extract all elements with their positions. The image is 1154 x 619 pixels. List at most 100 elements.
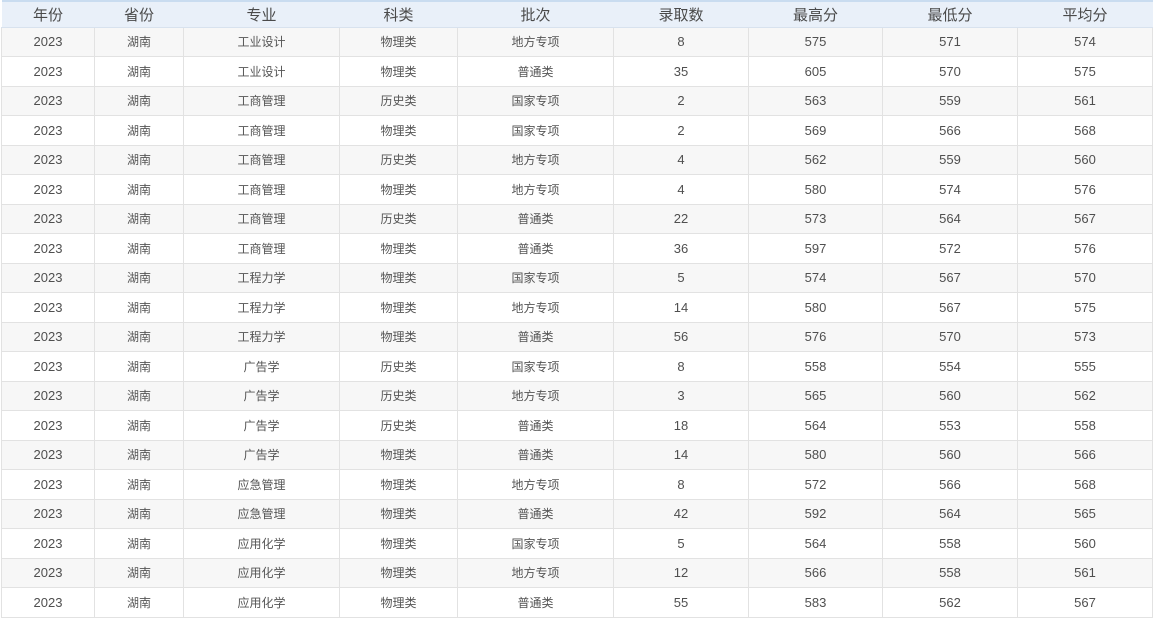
cell-batch: 普通类 bbox=[457, 439, 614, 470]
cell-year: 2023 bbox=[1, 174, 95, 205]
cell-max-score: 575 bbox=[748, 26, 883, 57]
cell-year: 2023 bbox=[1, 115, 95, 146]
table-row: 2023 湖南 工商管理 物理类 普通类 36 597 572 576 bbox=[1, 233, 1153, 264]
cell-max-score: 563 bbox=[748, 85, 883, 116]
cell-major: 应用化学 bbox=[183, 587, 340, 618]
cell-major: 工商管理 bbox=[183, 115, 340, 146]
cell-year: 2023 bbox=[1, 351, 95, 382]
cell-province: 湖南 bbox=[94, 410, 184, 441]
cell-year: 2023 bbox=[1, 528, 95, 559]
cell-batch: 地方专项 bbox=[457, 292, 614, 323]
cell-major: 广告学 bbox=[183, 439, 340, 470]
cell-max-score: 576 bbox=[748, 321, 883, 352]
cell-batch: 普通类 bbox=[457, 410, 614, 441]
table-row: 2023 湖南 应用化学 物理类 普通类 55 583 562 567 bbox=[1, 587, 1153, 618]
cell-min-score: 562 bbox=[882, 587, 1018, 618]
cell-avg-score: 574 bbox=[1017, 26, 1153, 57]
cell-max-score: 592 bbox=[748, 498, 883, 529]
column-header-min-score: 最低分 bbox=[882, 0, 1018, 28]
cell-subject-type: 物理类 bbox=[339, 498, 458, 529]
cell-max-score: 565 bbox=[748, 380, 883, 411]
cell-admitted-count: 4 bbox=[613, 144, 749, 175]
cell-subject-type: 物理类 bbox=[339, 56, 458, 87]
cell-major: 工商管理 bbox=[183, 85, 340, 116]
cell-province: 湖南 bbox=[94, 498, 184, 529]
cell-province: 湖南 bbox=[94, 56, 184, 87]
cell-year: 2023 bbox=[1, 26, 95, 57]
cell-year: 2023 bbox=[1, 587, 95, 618]
column-header-major: 专业 bbox=[183, 0, 340, 28]
cell-max-score: 572 bbox=[748, 469, 883, 500]
column-header-avg-score: 平均分 bbox=[1017, 0, 1153, 28]
cell-min-score: 571 bbox=[882, 26, 1018, 57]
cell-avg-score: 565 bbox=[1017, 498, 1153, 529]
cell-major: 工商管理 bbox=[183, 233, 340, 264]
column-header-batch: 批次 bbox=[457, 0, 614, 28]
cell-avg-score: 576 bbox=[1017, 233, 1153, 264]
cell-min-score: 558 bbox=[882, 557, 1018, 588]
table-row: 2023 湖南 广告学 历史类 普通类 18 564 553 558 bbox=[1, 410, 1153, 441]
table-row: 2023 湖南 工商管理 历史类 地方专项 4 562 559 560 bbox=[1, 144, 1153, 175]
cell-batch: 普通类 bbox=[457, 56, 614, 87]
column-header-admitted-count: 录取数 bbox=[613, 0, 749, 28]
column-header-year: 年份 bbox=[1, 0, 95, 28]
column-header-province: 省份 bbox=[94, 0, 184, 28]
cell-subject-type: 物理类 bbox=[339, 233, 458, 264]
cell-batch: 地方专项 bbox=[457, 174, 614, 205]
cell-max-score: 597 bbox=[748, 233, 883, 264]
cell-min-score: 566 bbox=[882, 115, 1018, 146]
cell-subject-type: 物理类 bbox=[339, 528, 458, 559]
cell-min-score: 559 bbox=[882, 144, 1018, 175]
cell-admitted-count: 5 bbox=[613, 528, 749, 559]
cell-max-score: 580 bbox=[748, 439, 883, 470]
cell-province: 湖南 bbox=[94, 439, 184, 470]
cell-admitted-count: 2 bbox=[613, 85, 749, 116]
cell-batch: 地方专项 bbox=[457, 26, 614, 57]
cell-province: 湖南 bbox=[94, 203, 184, 234]
cell-major: 广告学 bbox=[183, 410, 340, 441]
table-row: 2023 湖南 工商管理 物理类 地方专项 4 580 574 576 bbox=[1, 174, 1153, 205]
table-row: 2023 湖南 广告学 物理类 普通类 14 580 560 566 bbox=[1, 439, 1153, 470]
cell-avg-score: 560 bbox=[1017, 144, 1153, 175]
cell-admitted-count: 3 bbox=[613, 380, 749, 411]
cell-subject-type: 物理类 bbox=[339, 557, 458, 588]
admission-scores-table-container: 年份 省份 专业 科类 批次 录取数 最高分 最低分 平均分 2023 湖南 工业设计 物理类 地方专项… bbox=[0, 0, 1154, 619]
table-row: 2023 湖南 工商管理 历史类 国家专项 2 563 559 561 bbox=[1, 85, 1153, 116]
column-header-subject-type: 科类 bbox=[339, 0, 458, 28]
cell-batch: 国家专项 bbox=[457, 262, 614, 293]
cell-province: 湖南 bbox=[94, 233, 184, 264]
cell-province: 湖南 bbox=[94, 115, 184, 146]
cell-subject-type: 历史类 bbox=[339, 380, 458, 411]
cell-major: 广告学 bbox=[183, 380, 340, 411]
cell-admitted-count: 35 bbox=[613, 56, 749, 87]
table-body: 2023 湖南 工业设计 物理类 地方专项 8 575 571 574 2023 湖南 工业设计 物理类… bbox=[1, 26, 1153, 618]
cell-max-score: 583 bbox=[748, 587, 883, 618]
cell-subject-type: 物理类 bbox=[339, 587, 458, 618]
table-row: 2023 湖南 广告学 历史类 地方专项 3 565 560 562 bbox=[1, 380, 1153, 411]
cell-avg-score: 568 bbox=[1017, 469, 1153, 500]
cell-min-score: 566 bbox=[882, 469, 1018, 500]
cell-province: 湖南 bbox=[94, 469, 184, 500]
cell-batch: 地方专项 bbox=[457, 380, 614, 411]
cell-province: 湖南 bbox=[94, 85, 184, 116]
cell-min-score: 558 bbox=[882, 528, 1018, 559]
cell-avg-score: 555 bbox=[1017, 351, 1153, 382]
cell-province: 湖南 bbox=[94, 557, 184, 588]
cell-major: 工业设计 bbox=[183, 56, 340, 87]
cell-year: 2023 bbox=[1, 85, 95, 116]
cell-admitted-count: 14 bbox=[613, 292, 749, 323]
table-row: 2023 湖南 应用化学 物理类 地方专项 12 566 558 561 bbox=[1, 557, 1153, 588]
cell-avg-score: 575 bbox=[1017, 292, 1153, 323]
cell-major: 工商管理 bbox=[183, 203, 340, 234]
cell-batch: 地方专项 bbox=[457, 469, 614, 500]
cell-avg-score: 573 bbox=[1017, 321, 1153, 352]
cell-subject-type: 物理类 bbox=[339, 174, 458, 205]
cell-admitted-count: 14 bbox=[613, 439, 749, 470]
cell-subject-type: 历史类 bbox=[339, 410, 458, 441]
cell-admitted-count: 12 bbox=[613, 557, 749, 588]
cell-major: 工商管理 bbox=[183, 144, 340, 175]
cell-major: 工商管理 bbox=[183, 174, 340, 205]
cell-min-score: 574 bbox=[882, 174, 1018, 205]
cell-subject-type: 物理类 bbox=[339, 321, 458, 352]
cell-avg-score: 568 bbox=[1017, 115, 1153, 146]
